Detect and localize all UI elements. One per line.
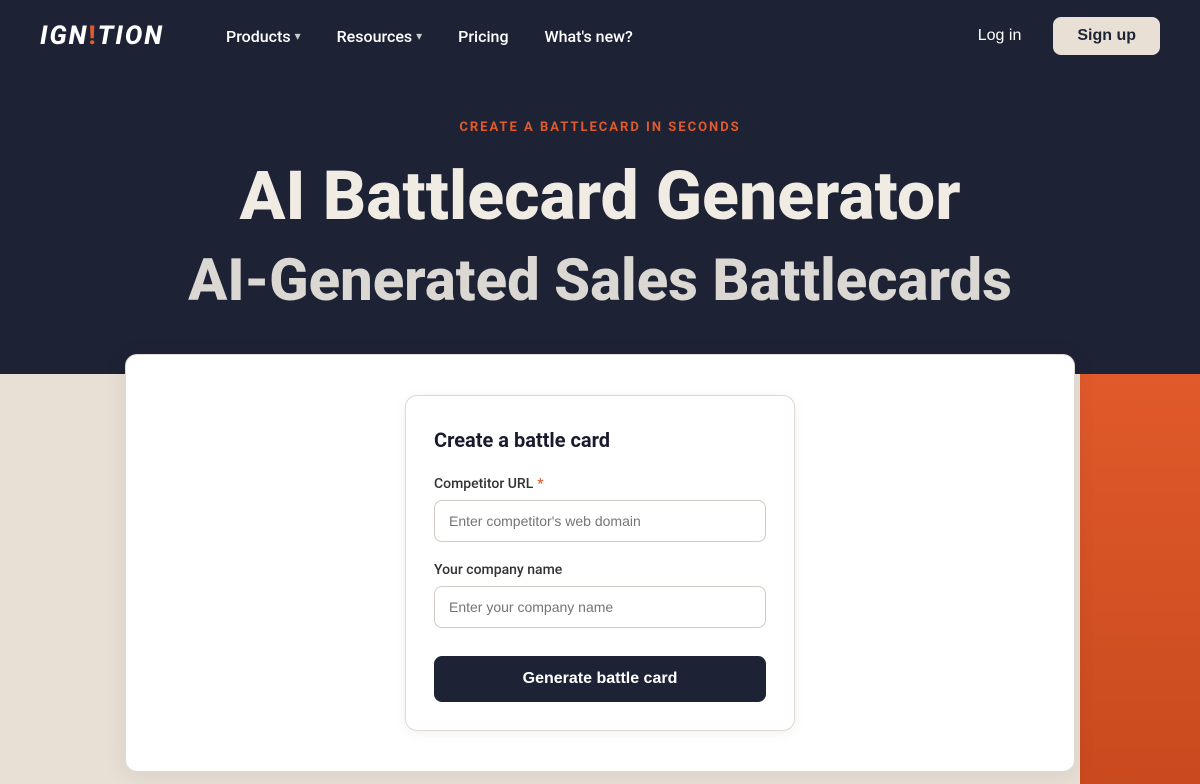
form-card: Create a battle card Competitor URL * Yo… bbox=[405, 395, 795, 731]
nav-resources[interactable]: Resources ▾ bbox=[323, 19, 437, 54]
competitor-url-input[interactable] bbox=[434, 500, 766, 542]
competitor-url-group: Competitor URL * bbox=[434, 476, 766, 542]
nav-items: Products ▾ Resources ▾ Pricing What's ne… bbox=[212, 19, 962, 54]
nav-products[interactable]: Products ▾ bbox=[212, 19, 315, 54]
nav-resources-label: Resources bbox=[337, 27, 413, 46]
nav-whats-new-label: What's new? bbox=[545, 27, 633, 46]
nav-pricing[interactable]: Pricing bbox=[444, 19, 522, 54]
chevron-down-icon: ▾ bbox=[295, 29, 301, 43]
hero-section: CREATE A BATTLECARD IN SECONDS AI Battle… bbox=[0, 72, 1200, 374]
company-name-input[interactable] bbox=[434, 586, 766, 628]
form-title: Create a battle card bbox=[434, 428, 766, 452]
card-wrapper: Create a battle card Competitor URL * Yo… bbox=[125, 354, 1075, 772]
chevron-down-icon: ▾ bbox=[416, 29, 422, 43]
nav-right: Log in Sign up bbox=[962, 17, 1160, 55]
hero-subtitle: AI-Generated Sales Battlecards bbox=[40, 250, 1160, 314]
logo[interactable]: IGN!TION bbox=[40, 21, 164, 51]
hero-title: AI Battlecard Generator bbox=[40, 159, 1160, 234]
nav-products-label: Products bbox=[226, 27, 291, 46]
nav-pricing-label: Pricing bbox=[458, 27, 508, 46]
login-button[interactable]: Log in bbox=[962, 19, 1038, 53]
generate-button[interactable]: Generate battle card bbox=[434, 656, 766, 702]
required-indicator: * bbox=[537, 476, 543, 492]
nav-whats-new[interactable]: What's new? bbox=[531, 19, 647, 54]
signup-button[interactable]: Sign up bbox=[1053, 17, 1160, 55]
content-area: Create a battle card Competitor URL * Yo… bbox=[0, 374, 1200, 784]
logo-text: IGN!TION bbox=[40, 21, 164, 51]
navbar: IGN!TION Products ▾ Resources ▾ Pricing … bbox=[0, 0, 1200, 72]
company-name-label: Your company name bbox=[434, 562, 766, 578]
company-name-group: Your company name bbox=[434, 562, 766, 628]
orange-panel bbox=[1080, 374, 1200, 784]
competitor-url-label: Competitor URL * bbox=[434, 476, 766, 492]
hero-tag: CREATE A BATTLECARD IN SECONDS bbox=[40, 120, 1160, 135]
